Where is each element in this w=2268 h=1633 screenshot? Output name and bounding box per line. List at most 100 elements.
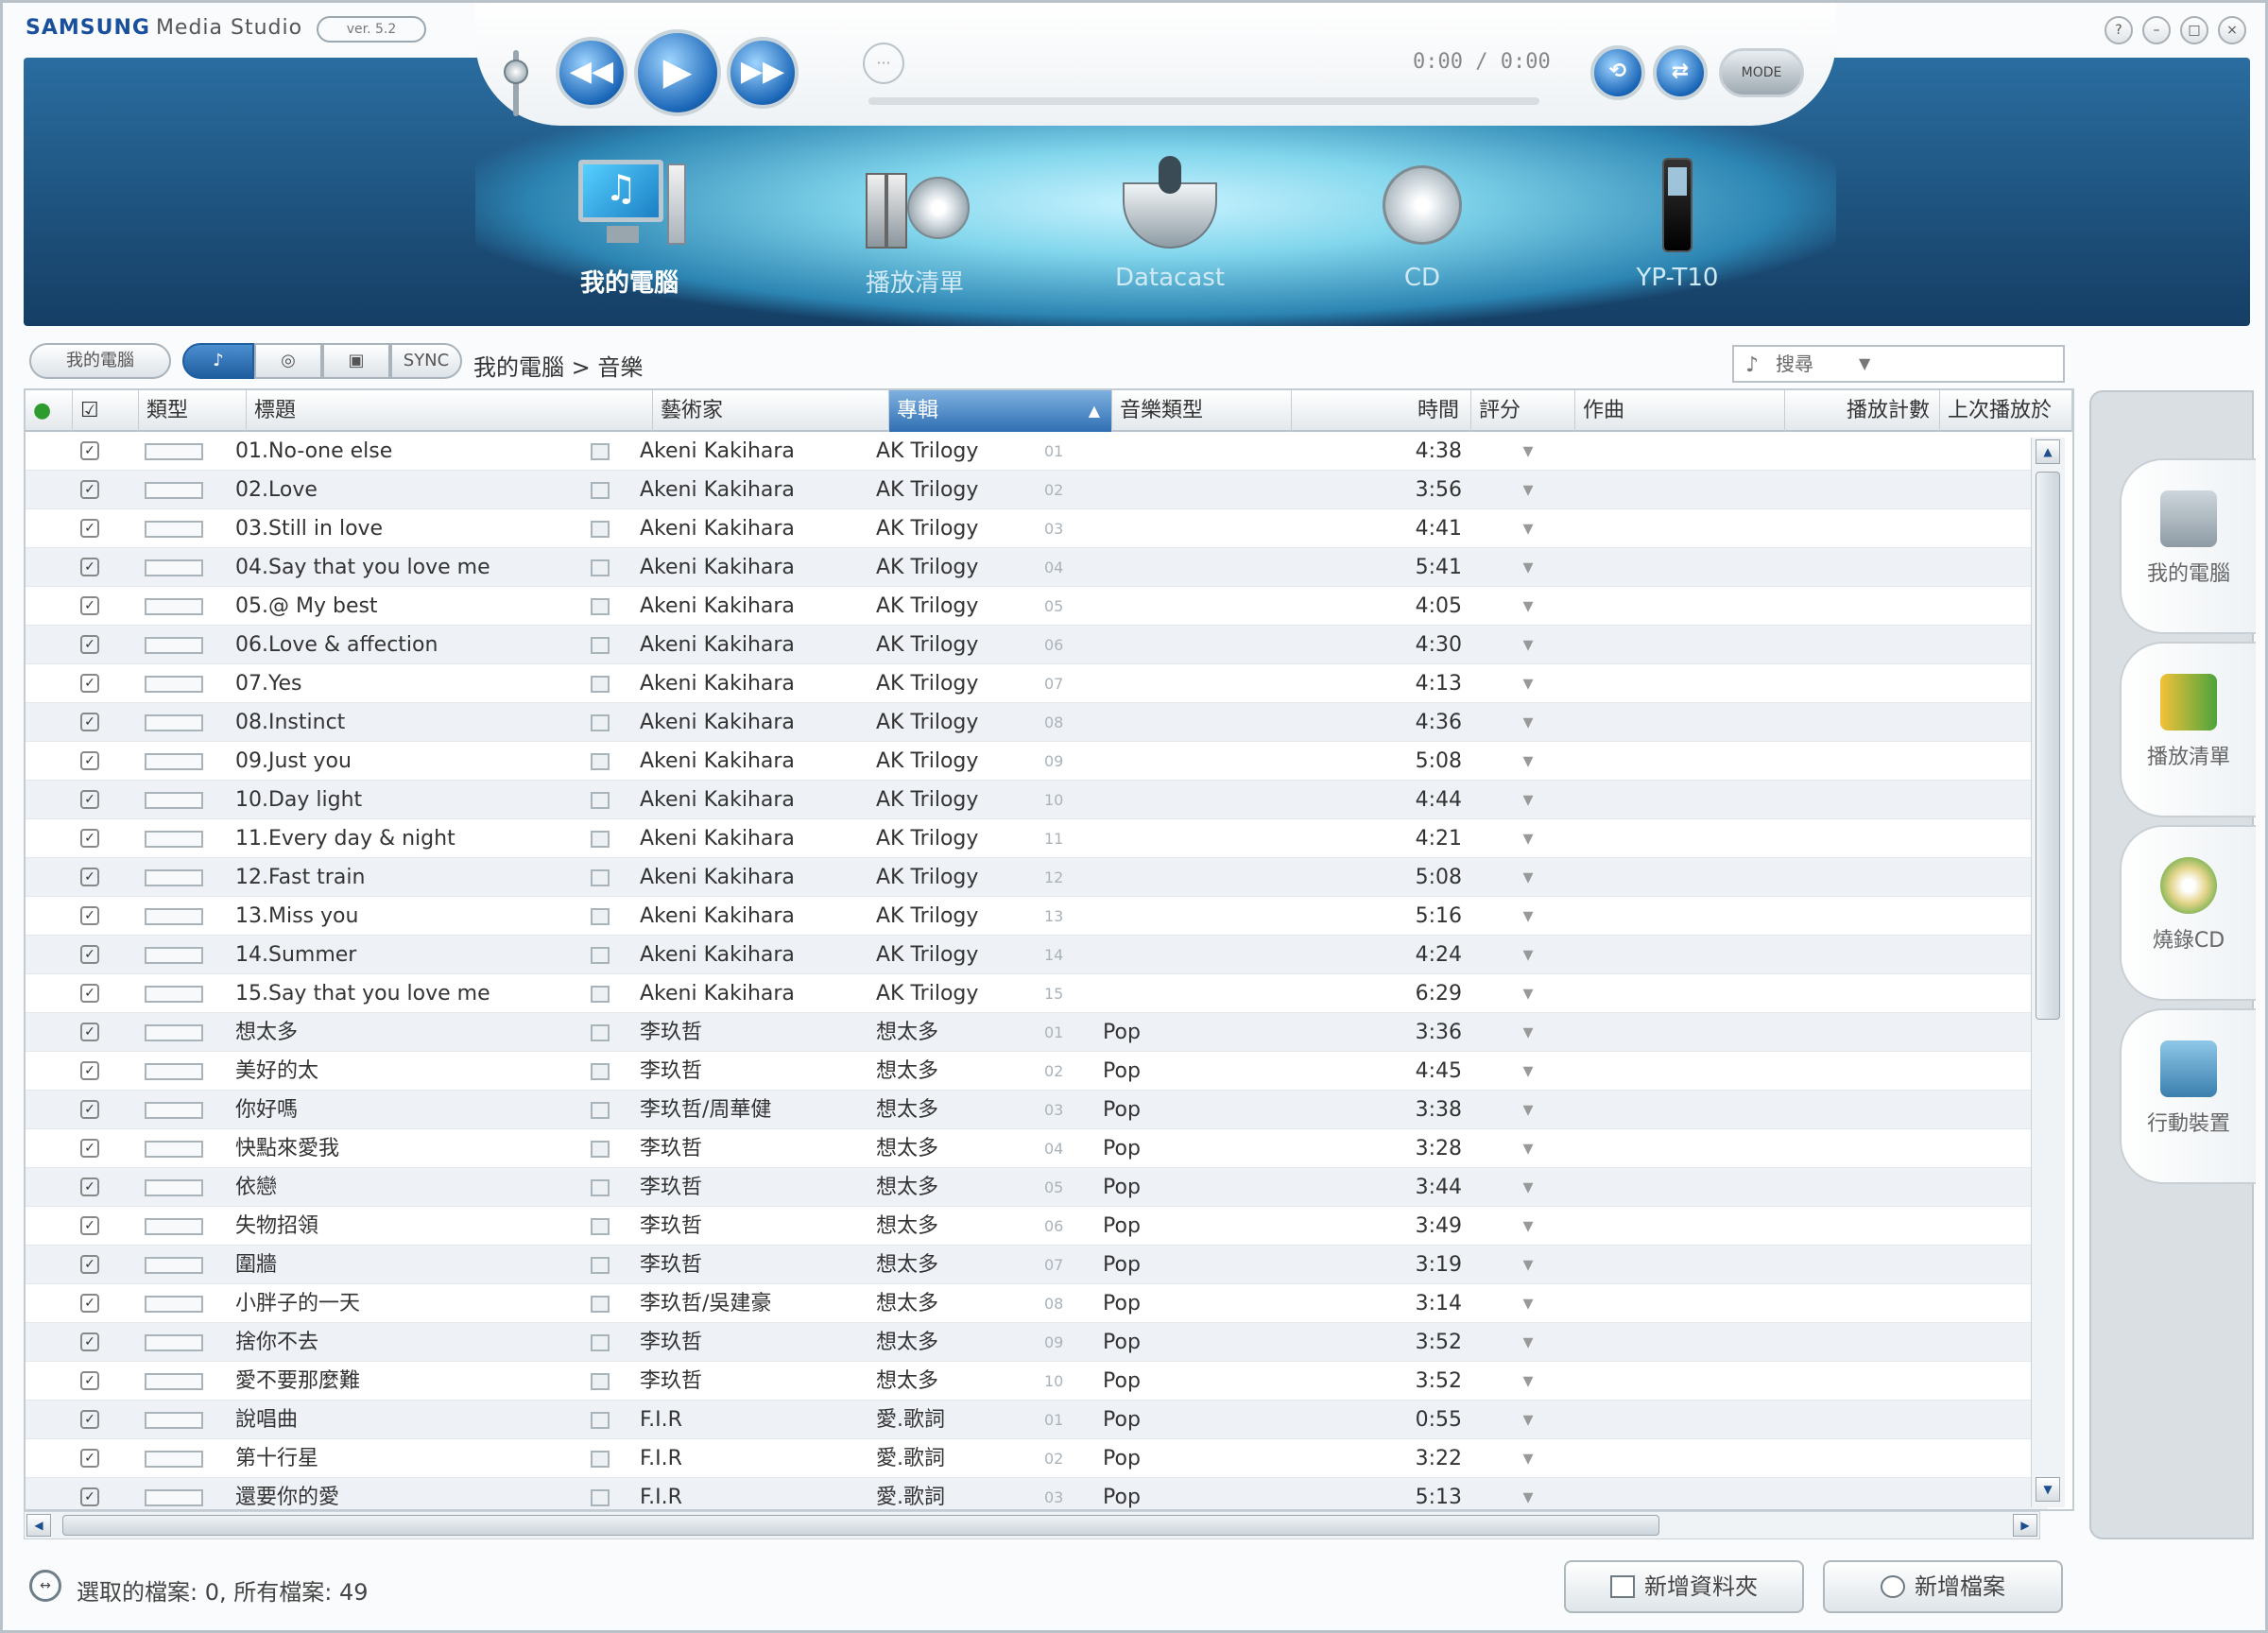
close-icon[interactable]: × (2218, 16, 2246, 44)
lyrics-icon[interactable] (591, 598, 610, 615)
row-checkbox[interactable]: ✓ (80, 751, 99, 770)
sync-button[interactable]: SYNC (390, 343, 462, 379)
column-album[interactable]: 專輯 ▲ (889, 390, 1112, 432)
row-checkbox[interactable]: ✓ (80, 674, 99, 693)
row-checkbox[interactable]: ✓ (80, 519, 99, 538)
table-row[interactable]: ✓ 圍牆 李玖哲 想太多 07 Pop 3:19 ▾ (26, 1246, 2048, 1284)
row-checkbox[interactable]: ✓ (80, 945, 99, 964)
row-checkbox[interactable]: ✓ (80, 713, 99, 731)
row-checkbox[interactable]: ✓ (80, 906, 99, 925)
status-icon[interactable]: ↔ (29, 1570, 61, 1602)
check-column-icon[interactable]: ☑ (73, 390, 139, 432)
table-row[interactable]: ✓ 12.Fast train Akeni Kakihara AK Trilogy 12… (26, 858, 2048, 897)
row-checkbox[interactable]: ✓ (80, 868, 99, 886)
row-checkbox[interactable]: ✓ (80, 1177, 99, 1196)
table-row[interactable]: ✓ 01.No-one else Akeni Kakihara AK Trilogy 0… (26, 432, 2048, 471)
add-folder-button[interactable]: 新增資料夾 (1564, 1560, 1804, 1613)
rating-icon[interactable]: ▾ (1500, 1284, 1556, 1323)
table-row[interactable]: ✓ 02.Love Akeni Kakihara AK Trilogy 02 3:56 ▾ (26, 471, 2048, 509)
rating-icon[interactable]: ▾ (1500, 664, 1556, 703)
rating-icon[interactable]: ▾ (1500, 548, 1556, 587)
video-view-icon[interactable]: ◎ (254, 343, 322, 379)
rating-icon[interactable]: ▾ (1500, 1091, 1556, 1129)
side-tab-device[interactable]: 行動裝置 (2120, 1008, 2256, 1184)
help-icon[interactable]: ? (2105, 16, 2133, 44)
mode-button[interactable]: MODE (1719, 48, 1804, 97)
rating-icon[interactable]: ▾ (1500, 1478, 1556, 1509)
nav-datacast[interactable]: Datacast (1075, 154, 1264, 292)
rating-icon[interactable]: ▾ (1500, 897, 1556, 936)
lyrics-icon[interactable] (591, 753, 610, 770)
table-row[interactable]: ✓ 第十行星 F.I.R 愛.歌詞 02 Pop 3:22 ▾ (26, 1439, 2048, 1478)
rating-icon[interactable]: ▾ (1500, 858, 1556, 897)
rating-icon[interactable]: ▾ (1500, 587, 1556, 626)
my-pc-button[interactable]: 我的電腦 (29, 343, 171, 379)
table-row[interactable]: ✓ 快點來愛我 李玖哲 想太多 04 Pop 3:28 ▾ (26, 1129, 2048, 1168)
nav-my-pc[interactable]: ♫ 我的電腦 (535, 154, 724, 299)
table-row[interactable]: ✓ 09.Just you Akeni Kakihara AK Trilogy 09 5:… (26, 742, 2048, 781)
column-genre[interactable]: 音樂類型 (1112, 390, 1292, 432)
lyrics-icon[interactable] (591, 1179, 610, 1196)
side-tab-burn-cd[interactable]: 燒錄CD (2120, 825, 2256, 1001)
lyrics-icon[interactable] (591, 792, 610, 809)
music-view-icon[interactable]: ♪ (182, 343, 254, 379)
table-row[interactable]: ✓ 愛不要那麼難 李玖哲 想太多 10 Pop 3:52 ▾ (26, 1362, 2048, 1401)
lyrics-icon[interactable] (591, 1024, 610, 1041)
rating-icon[interactable]: ▾ (1500, 1401, 1556, 1439)
rating-icon[interactable]: ▾ (1500, 936, 1556, 974)
version-badge[interactable]: ver. 5.2 (317, 16, 426, 43)
lyrics-icon[interactable] (591, 1102, 610, 1119)
horizontal-scrollbar[interactable]: ◀ ▶ (24, 1511, 2040, 1539)
column-title[interactable]: 標題 (247, 390, 653, 432)
lyrics-icon[interactable] (591, 1296, 610, 1313)
add-file-button[interactable]: 新增檔案 (1823, 1560, 2063, 1613)
table-row[interactable]: ✓ 小胖子的一天 李玖哲/吳建豪 想太多 08 Pop 3:14 ▾ (26, 1284, 2048, 1323)
previous-track-button[interactable]: ◀◀ (556, 37, 627, 109)
table-row[interactable]: ✓ 失物招領 李玖哲 想太多 06 Pop 3:49 ▾ (26, 1207, 2048, 1246)
lyrics-icon[interactable] (591, 443, 610, 460)
rating-icon[interactable]: ▾ (1500, 819, 1556, 858)
play-button[interactable]: ▶ (634, 29, 721, 116)
vertical-scroll-thumb[interactable] (2036, 472, 2060, 1020)
lyrics-icon[interactable] (591, 521, 610, 538)
row-checkbox[interactable]: ✓ (80, 1294, 99, 1313)
row-checkbox[interactable]: ✓ (80, 441, 99, 460)
rating-icon[interactable]: ▾ (1500, 1013, 1556, 1052)
lyrics-icon[interactable] (591, 1063, 610, 1080)
row-checkbox[interactable]: ✓ (80, 1061, 99, 1080)
lyrics-icon[interactable] (591, 947, 610, 964)
rating-icon[interactable]: ▾ (1500, 742, 1556, 781)
nav-cd[interactable]: CD (1328, 154, 1517, 292)
column-play-count[interactable]: 播放計數 (1785, 390, 1940, 432)
lyrics-icon[interactable] (591, 1218, 610, 1235)
side-tab-my-pc[interactable]: 我的電腦 (2120, 458, 2256, 634)
seek-bar[interactable] (868, 97, 1539, 105)
table-row[interactable]: ✓ 10.Day light Akeni Kakihara AK Trilogy 10 4… (26, 781, 2048, 819)
table-row[interactable]: ✓ 你好嗎 李玖哲/周華健 想太多 03 Pop 3:38 ▾ (26, 1091, 2048, 1129)
scroll-right-icon[interactable]: ▶ (2013, 1514, 2037, 1537)
table-row[interactable]: ✓ 捨你不去 李玖哲 想太多 09 Pop 3:52 ▾ (26, 1323, 2048, 1362)
table-row[interactable]: ✓ 15.Say that you love me Akeni Kakihara AK… (26, 974, 2048, 1013)
lyrics-icon[interactable] (591, 714, 610, 731)
table-row[interactable]: ✓ 11.Every day & night Akeni Kakihara AK Tr… (26, 819, 2048, 858)
scroll-down-icon[interactable]: ▼ (2036, 1477, 2060, 1502)
status-column-icon[interactable]: ● (26, 390, 73, 432)
table-row[interactable]: ✓ 還要你的愛 F.I.R 愛.歌詞 03 Pop 5:13 ▾ (26, 1478, 2048, 1509)
shuffle-button[interactable]: ⇄ (1653, 45, 1708, 100)
row-checkbox[interactable]: ✓ (80, 1216, 99, 1235)
lyrics-icon[interactable] (591, 831, 610, 848)
column-last-played[interactable]: 上次播放於 (1940, 390, 2072, 432)
table-row[interactable]: ✓ 想太多 李玖哲 想太多 01 Pop 3:36 ▾ (26, 1013, 2048, 1052)
row-checkbox[interactable]: ✓ (80, 558, 99, 576)
photo-view-icon[interactable]: ▣ (322, 343, 390, 379)
lyrics-icon[interactable] (591, 1489, 610, 1506)
rating-icon[interactable]: ▾ (1500, 1323, 1556, 1362)
column-composer[interactable]: 作曲 (1575, 390, 1785, 432)
column-rating[interactable]: 評分 (1471, 390, 1575, 432)
row-checkbox[interactable]: ✓ (80, 1371, 99, 1390)
row-checkbox[interactable]: ✓ (80, 635, 99, 654)
lyrics-icon[interactable] (591, 908, 610, 925)
row-checkbox[interactable]: ✓ (80, 1023, 99, 1041)
table-row[interactable]: ✓ 美好的太 李玖哲 想太多 02 Pop 4:45 ▾ (26, 1052, 2048, 1091)
scroll-left-icon[interactable]: ◀ (26, 1514, 51, 1537)
